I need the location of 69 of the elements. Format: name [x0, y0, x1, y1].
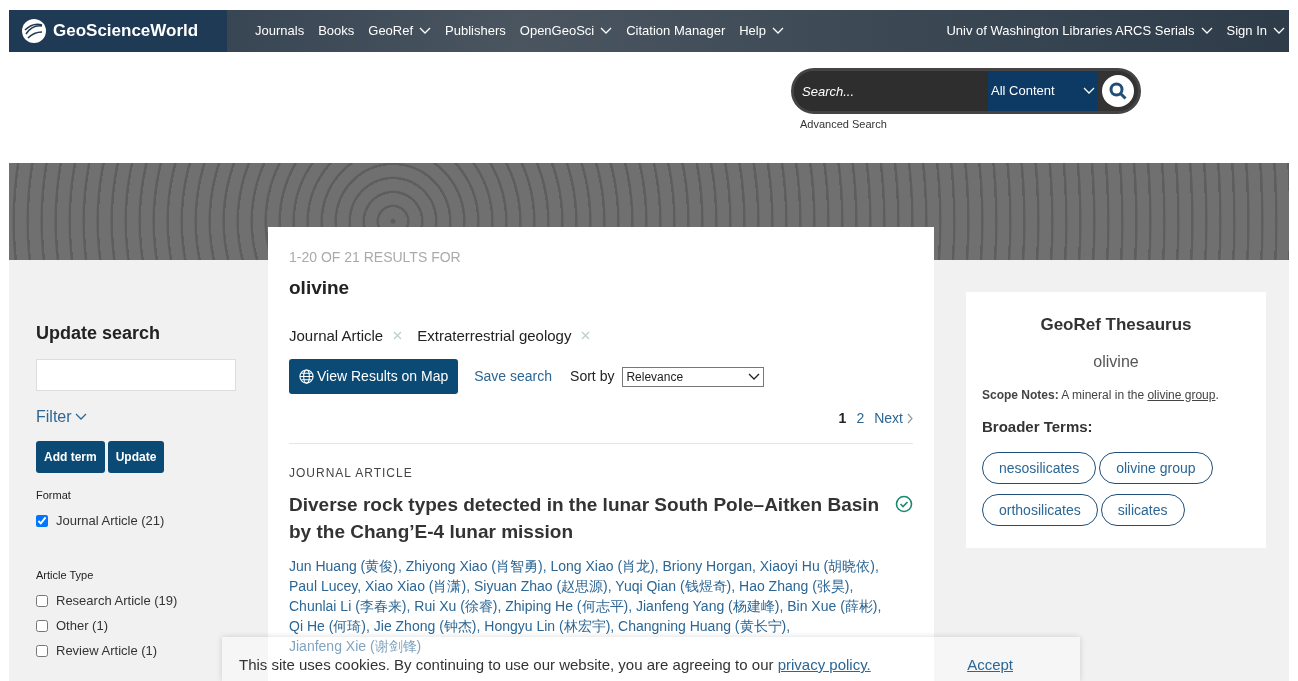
privacy-policy-link[interactable]: privacy policy.: [777, 656, 871, 673]
brand-name: GeoScienceWorld: [53, 20, 199, 43]
filter-option-label[interactable]: Journal Article (21): [56, 511, 165, 531]
nav-link[interactable]: Citation Manager: [626, 21, 726, 41]
page-link[interactable]: 1: [838, 408, 847, 429]
author-link[interactable]: Rui Xu (徐睿): [414, 598, 498, 614]
search-field[interactable]: Search...: [794, 71, 988, 111]
next-page-link[interactable]: Next: [874, 408, 913, 429]
author-link[interactable]: Briony Horgan: [662, 558, 752, 574]
view-map-button[interactable]: View Results on Map: [289, 359, 459, 394]
chevron-right-icon: [907, 413, 913, 424]
article-type: JOURNAL ARTICLE: [289, 465, 414, 482]
close-icon: [580, 331, 590, 341]
author-link[interactable]: Jun Huang (黄俊): [289, 558, 398, 574]
cookie-message: This site uses cookies. By continuing to use our website, you are agreeing to our privacy policy.: [239, 657, 871, 673]
author-list: Jun Huang (黄俊), Zhiyong Xiao (肖智勇), Long Xiao (肖龙), Briony Horgan, Xiaoyi Hu (胡晓依), Paul Lucey, Xiao Xiao (肖潇), Siyuan Zhao (赵思源), Yuqi Qian (钱煜奇), Hao Zhang (张昊), Chunlai Li (李春来), Rui Xu (徐睿), Zhiping He (何志平), Jianfeng Yang (杨建峰), Bin Xue (薛彬), Qi He (何琦), Jie Zhong (钟杰), Hongyu Lin (林宏宇), Changning Huang (黄长宁), Jianfeng Xie (谢剑锋): [289, 556, 913, 656]
nav-link[interactable]: Help: [739, 21, 784, 41]
nav-link[interactable]: Journals: [255, 21, 305, 41]
advanced-search-link[interactable]: Advanced Search: [800, 116, 887, 133]
filter-checkbox[interactable]: [36, 644, 48, 657]
filter-group-title: Article Type: [36, 567, 95, 583]
filter-option-label[interactable]: Research Article (19): [56, 590, 178, 611]
search-icon: [1108, 81, 1128, 101]
author-link[interactable]: Hao Zhang (张昊): [739, 578, 850, 594]
filter-checkbox[interactable]: [36, 619, 48, 632]
sidebar-button[interactable]: Update: [107, 441, 165, 473]
author-link[interactable]: Qi He (何琦): [289, 618, 366, 634]
chevron-down-icon: [74, 413, 87, 421]
filter-option-label[interactable]: Review Article (1): [56, 640, 158, 661]
article-title[interactable]: Diverse rock types detected in the lunar South Pole–Aitken Basin by the Chang’E-4 lunar mission: [289, 491, 895, 545]
author-link[interactable]: Long Xiao (肖龙): [550, 558, 655, 574]
thesaurus-title: GeoRef Thesaurus: [1039, 314, 1193, 336]
nav-link[interactable]: Publishers: [445, 21, 506, 41]
thesaurus-term: olivine: [1092, 351, 1140, 372]
accept-link[interactable]: Accept: [967, 657, 1013, 673]
filter-checkbox[interactable]: [36, 594, 48, 607]
sidebar-button[interactable]: Add term: [36, 441, 105, 473]
save-search-link[interactable]: Save search: [474, 366, 553, 387]
nav-link[interactable]: GeoRef: [368, 21, 432, 41]
author-link[interactable]: Xiaoyi Hu (胡晓依): [759, 558, 875, 574]
nav-link[interactable]: OpenGeoSci: [519, 21, 613, 41]
update-search-field[interactable]: [36, 359, 236, 391]
close-icon: [392, 331, 402, 341]
sidebar-title: Update search: [36, 322, 162, 345]
filter-toggle[interactable]: Filter: [36, 405, 268, 429]
globe-icon: [299, 369, 314, 384]
facet-label: Extraterrestrial geology: [417, 325, 572, 346]
logo-block[interactable]: GeoScienceWorld: [9, 10, 227, 52]
facet-label: Journal Article: [289, 325, 384, 346]
filter-checkbox[interactable]: [36, 515, 48, 527]
nav-link[interactable]: Sign In: [1226, 21, 1285, 41]
chevron-down-icon: [1083, 87, 1095, 95]
sort-dropdown[interactable]: Relevance: [622, 366, 765, 387]
filter-option-label[interactable]: Other (1): [56, 615, 108, 636]
broader-terms-label: Broader Terms:: [982, 416, 1094, 437]
chevron-down-icon: [748, 372, 761, 381]
page-link[interactable]: 2: [856, 408, 865, 429]
author-link[interactable]: Zhiyong Xiao (肖智勇): [405, 558, 543, 574]
filter-group-title: Format: [36, 488, 72, 503]
author-link[interactable]: Siyuan Zhao (赵思源): [473, 578, 608, 594]
search-button[interactable]: [1102, 75, 1134, 107]
scope-notes: Scope Notes: A mineral in the olivine group.: [982, 386, 1220, 404]
nav-link[interactable]: Books: [318, 21, 355, 41]
search-query: olivine: [289, 276, 351, 300]
sort-label: Sort by: [570, 367, 615, 386]
nav-link[interactable]: Univ of Washington Libraries ARCS Serials: [946, 21, 1213, 41]
results-count: 1-20 OF 21 RESULTS FOR: [289, 248, 462, 267]
scope-dropdown[interactable]: All Content: [988, 71, 1098, 111]
logo-icon: [21, 18, 47, 44]
